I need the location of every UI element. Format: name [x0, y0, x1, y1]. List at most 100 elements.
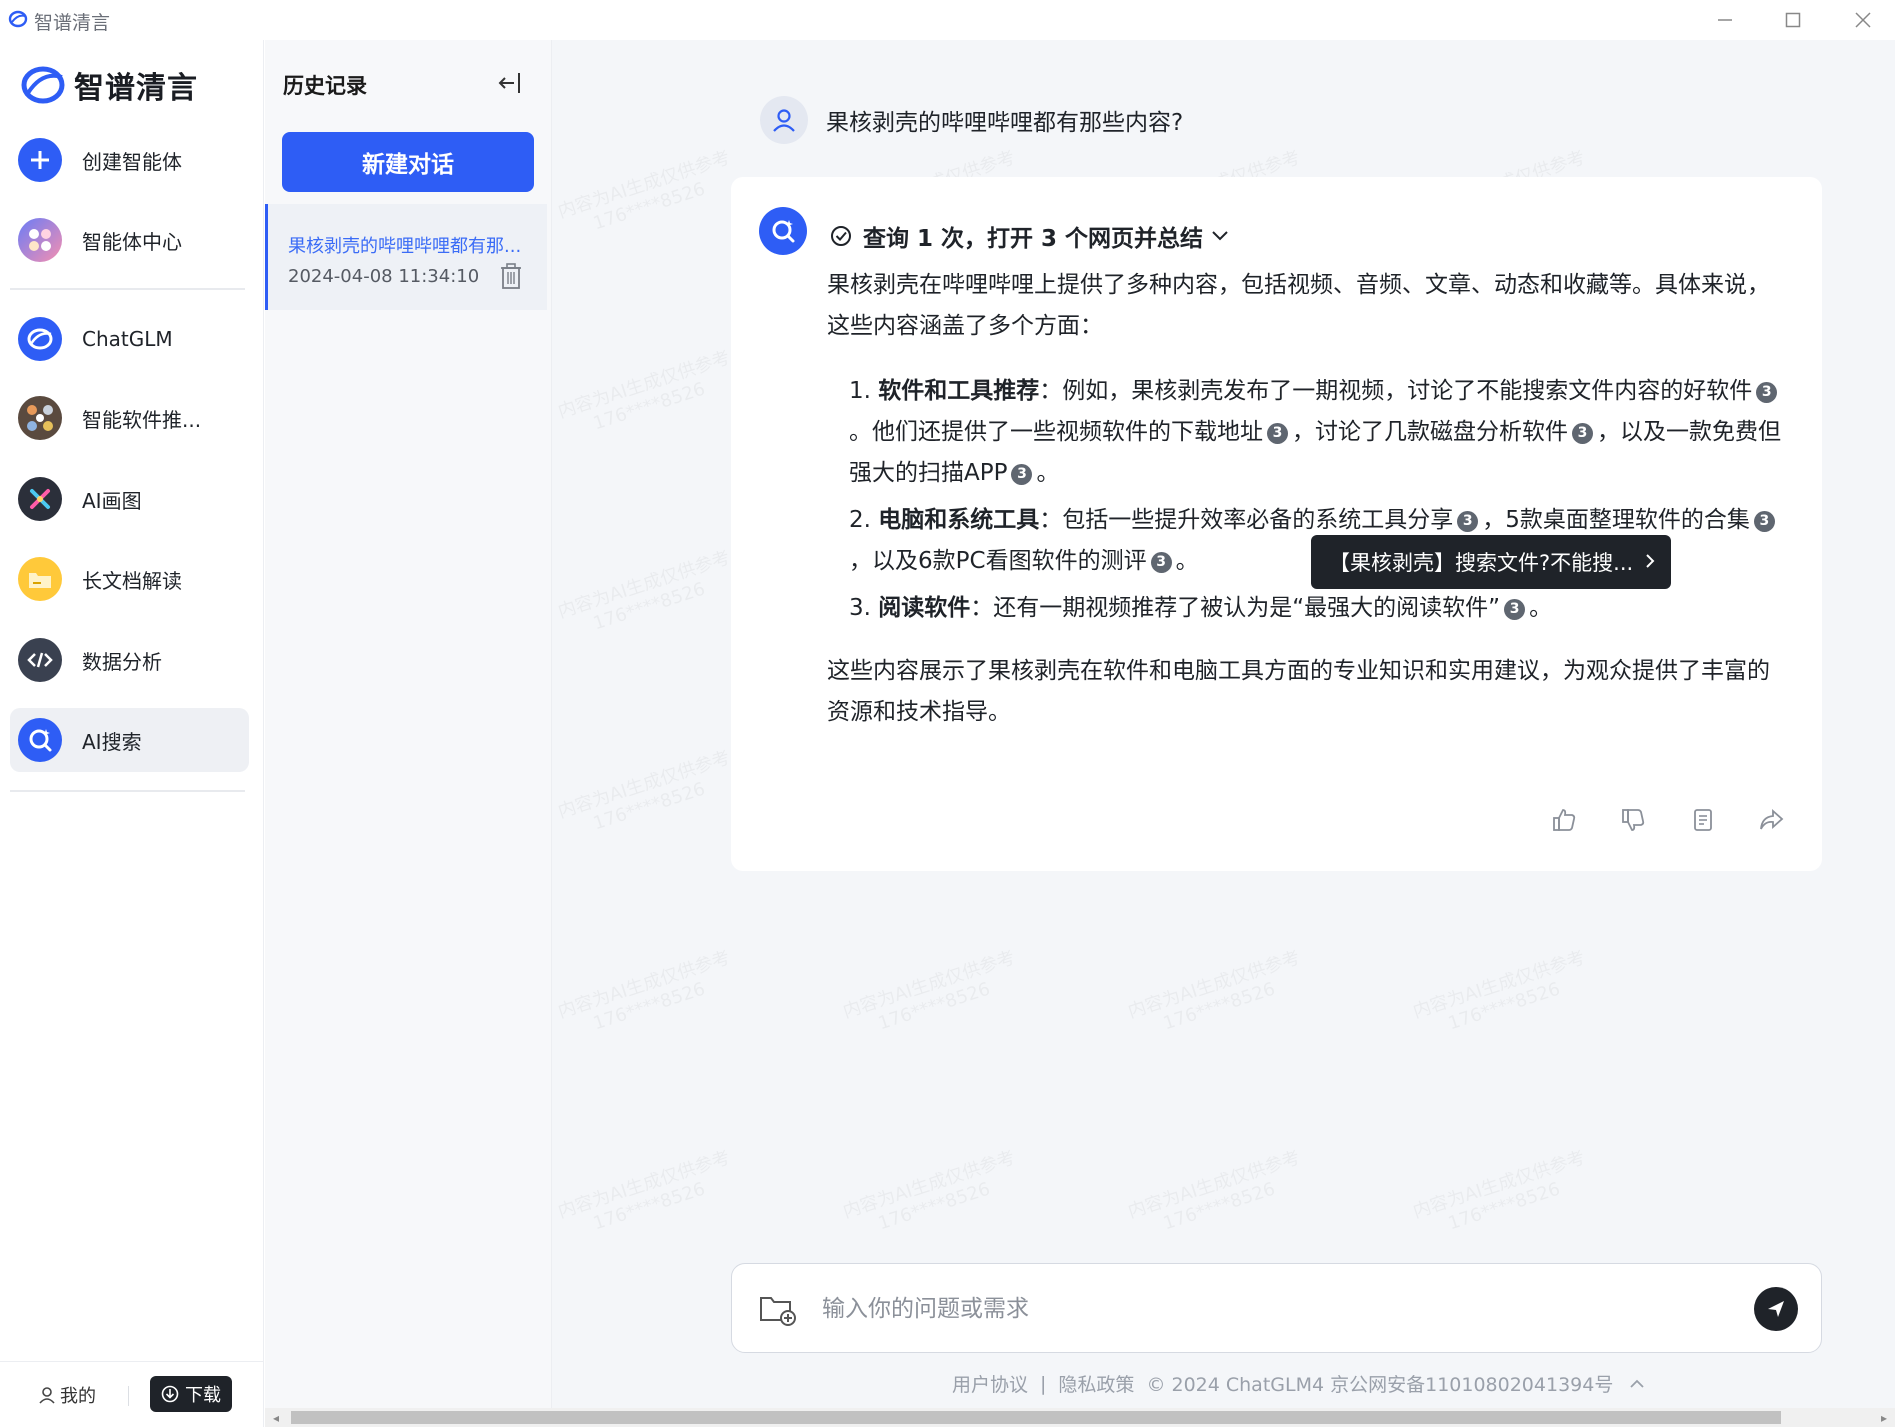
list-text: 。 [1529, 595, 1553, 621]
ai-search-icon [18, 718, 62, 762]
close-button[interactable] [1838, 4, 1888, 36]
scrollbar-thumb[interactable] [291, 1411, 1781, 1424]
watermark-line: 内容为AI生成仅供参考 [1124, 1143, 1303, 1223]
answer-intro: 果核剥壳在哔哩哔哩上提供了多种内容，包括视频、音频、文章、动态和收藏等。具体来说… [827, 272, 1770, 339]
watermark-text: 内容为AI生成仅供参考176****8526 [554, 1143, 739, 1243]
watermark-line: 176****8526 [591, 1168, 740, 1234]
watermark-text: 内容为AI生成仅供参考176****8526 [1124, 943, 1309, 1043]
watermark-line: 176****8526 [1446, 1168, 1595, 1234]
watermark-line: 内容为AI生成仅供参考 [554, 343, 733, 423]
chat-input[interactable] [822, 1286, 1682, 1332]
watermark-text: 内容为AI生成仅供参考176****8526 [1124, 1143, 1309, 1243]
list-heading: 软件和工具推荐 [878, 378, 1040, 404]
history-panel: 历史记录 新建对话 果核剥壳的哔哩哔哩都有那... 2024-04-08 11:… [265, 40, 552, 1427]
scroll-right-icon[interactable]: ▸ [1881, 1411, 1887, 1425]
mine-button[interactable]: 我的 [38, 1382, 96, 1408]
list-text: ：包括一些提升效率必备的系统工具分享 [1039, 507, 1454, 533]
answer-actions [1510, 805, 1786, 835]
maximize-button[interactable] [1768, 4, 1818, 36]
citation-tooltip[interactable]: 【果核剥壳】搜索文件?不能搜... [1311, 535, 1671, 589]
collapse-panel-icon[interactable] [495, 68, 525, 98]
sidebar-item-label: AI搜索 [82, 729, 142, 754]
watermark-line: 内容为AI生成仅供参考 [1124, 943, 1303, 1023]
folder-icon [18, 557, 62, 601]
download-button[interactable]: 下载 [150, 1376, 232, 1412]
copyright-text: © 2024 ChatGLM4 京公网安备11010802041394号 [1146, 1374, 1614, 1396]
check-circle-icon [831, 226, 851, 246]
watermark-line: 176****8526 [1161, 1168, 1310, 1234]
watermark-text: 内容为AI生成仅供参考176****8526 [554, 943, 739, 1043]
sidebar-item-create-agent[interactable]: 创建智能体 [10, 128, 249, 192]
chat-area: 内容为AI生成仅供参考176****8526内容为AI生成仅供参考176****… [552, 40, 1895, 1427]
sidebar: 智谱清言 创建智能体 智能体中心 ChatGLM 智能软件推... AI画图 长… [0, 40, 264, 1427]
watermark-line: 176****8526 [591, 768, 740, 834]
folder-add-icon[interactable] [758, 1292, 798, 1326]
sidebar-item-label: ChatGLM [82, 327, 173, 351]
watermark-text: 内容为AI生成仅供参考176****8526 [554, 343, 739, 443]
watermark-line: 176****8526 [1446, 968, 1595, 1034]
thumbs-up-icon[interactable] [1549, 805, 1579, 835]
chevron-down-icon [1212, 231, 1228, 241]
scroll-left-icon[interactable]: ◂ [273, 1411, 279, 1425]
copy-icon[interactable] [1687, 805, 1717, 835]
watermark-line: 内容为AI生成仅供参考 [554, 143, 733, 223]
citation-badge[interactable]: 3 [1150, 552, 1172, 573]
list-text: ：例如，果核剥壳发布了一期视频，讨论了不能搜索文件内容的好软件 [1039, 378, 1753, 404]
watermark-line: 176****8526 [876, 1168, 1025, 1234]
app-window: 智谱清言 智谱清言 创建智能体 智能体中心 ChatGLM 智能软件推... A… [0, 0, 1895, 1427]
sidebar-item-agent-center[interactable]: 智能体中心 [10, 208, 249, 272]
watermark-line: 内容为AI生成仅供参考 [839, 1143, 1018, 1223]
sidebar-item-label: 创建智能体 [82, 149, 182, 174]
chevron-up-icon[interactable] [1629, 1379, 1645, 1389]
close-icon [1855, 12, 1871, 28]
sidebar-item-software[interactable]: 智能软件推... [10, 386, 249, 450]
terms-link[interactable]: 用户协议 [952, 1370, 1028, 1397]
share-icon[interactable] [1756, 805, 1786, 835]
citation-badge[interactable]: 3 [1504, 599, 1526, 620]
sidebar-item-long-doc[interactable]: 长文档解读 [10, 547, 249, 611]
citation-badge[interactable]: 3 [1753, 511, 1775, 532]
plus-icon [18, 138, 62, 182]
sidebar-item-ai-draw[interactable]: AI画图 [10, 467, 249, 531]
list-number: 1. [849, 378, 871, 404]
list-text: 。 [1175, 548, 1199, 574]
sidebar-item-ai-search[interactable]: AI搜索 [10, 708, 249, 772]
software-avatar-icon [18, 396, 62, 440]
search-status-toggle[interactable]: 查询 1 次，打开 3 个网页并总结 [829, 219, 1229, 253]
sidebar-item-data-analysis[interactable]: 数据分析 [10, 628, 249, 692]
citation-badge[interactable]: 3 [1572, 423, 1593, 444]
brand[interactable]: 智谱清言 [20, 62, 198, 108]
list-item: 1. 软件和工具推荐：例如，果核剥壳发布了一期视频，讨论了不能搜索文件内容的好软… [849, 371, 1787, 494]
watermark-line: 内容为AI生成仅供参考 [554, 543, 733, 623]
watermark-line: 内容为AI生成仅供参考 [554, 943, 733, 1023]
list-number: 3. [849, 595, 871, 621]
watermark-line: 176****8526 [591, 168, 740, 234]
watermark-line: 内容为AI生成仅供参考 [839, 943, 1018, 1023]
list-heading: 阅读软件 [878, 595, 971, 621]
brand-logo-icon [21, 66, 65, 104]
watermark-text: 内容为AI生成仅供参考176****8526 [1409, 943, 1594, 1043]
history-item-time: 2024-04-08 11:34:10 [288, 266, 480, 287]
horizontal-scrollbar[interactable]: ◂ ▸ [265, 1408, 1895, 1427]
watermark-line: 176****8526 [591, 368, 740, 434]
answer-conclusion: 这些内容展示了果核剥壳在软件和电脑工具方面的专业知识和实用建议，为观众提供了丰富… [827, 658, 1770, 725]
citation-badge[interactable]: 3 [1267, 423, 1288, 444]
send-button[interactable] [1754, 1287, 1798, 1331]
sidebar-item-chatglm[interactable]: ChatGLM [10, 307, 249, 371]
tooltip-text: 【果核剥壳】搜索文件?不能搜... [1329, 551, 1634, 575]
list-text: ，讨论了几款磁盘分析软件 [1292, 419, 1568, 445]
citation-badge[interactable]: 3 [1756, 382, 1778, 403]
watermark-text: 内容为AI生成仅供参考176****8526 [554, 543, 739, 643]
citation-badge[interactable]: 3 [1457, 511, 1479, 532]
answer-card: 查询 1 次，打开 3 个网页并总结 果核剥壳在哔哩哔哩上提供了多种内容，包括视… [731, 177, 1822, 871]
new-chat-button[interactable]: 新建对话 [282, 132, 534, 192]
watermark-text: 内容为AI生成仅供参考176****8526 [839, 1143, 1024, 1243]
history-item[interactable]: 果核剥壳的哔哩哔哩都有那... 2024-04-08 11:34:10 [265, 204, 547, 310]
list-text: 。 [1036, 460, 1060, 486]
minimize-button[interactable] [1700, 4, 1750, 36]
citation-badge[interactable]: 3 [1011, 464, 1033, 485]
privacy-link[interactable]: 隐私政策 [1058, 1370, 1134, 1397]
thumbs-down-icon[interactable] [1618, 805, 1648, 835]
trash-icon[interactable] [498, 262, 524, 290]
watermark-text: 内容为AI生成仅供参考176****8526 [839, 943, 1024, 1043]
